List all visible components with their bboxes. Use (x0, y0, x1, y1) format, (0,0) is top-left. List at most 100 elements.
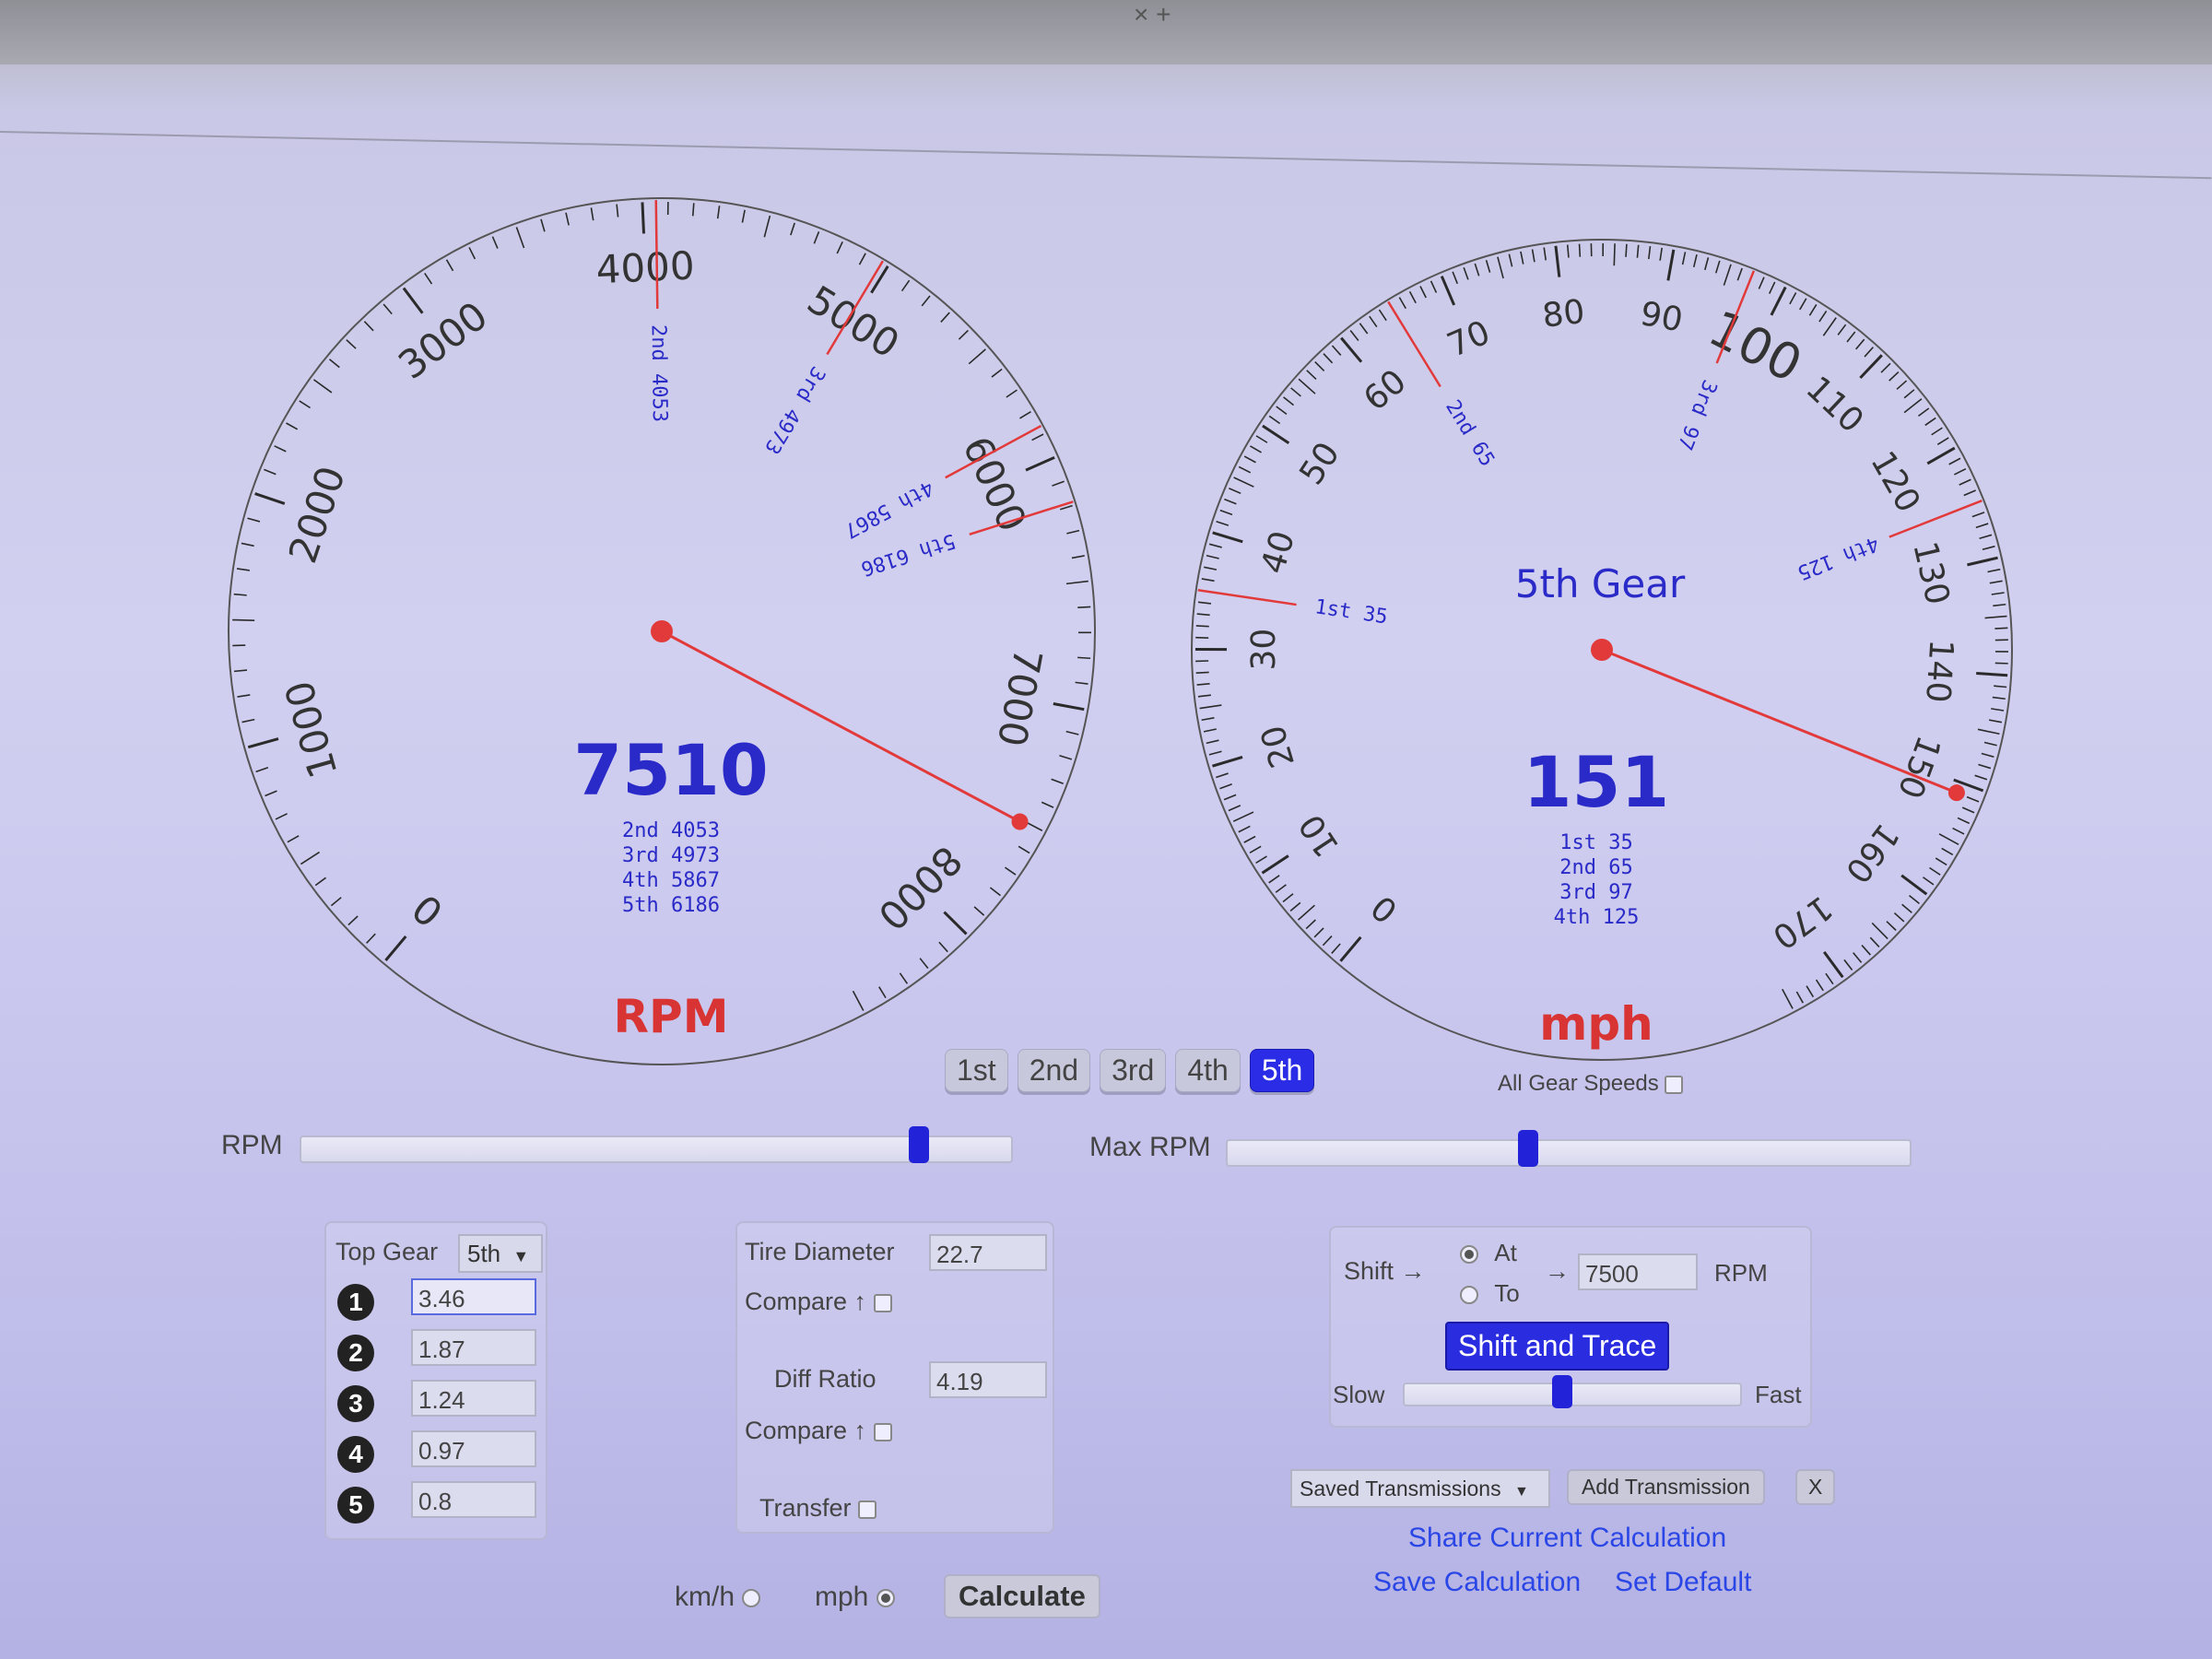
max-rpm-slider-thumb[interactable] (1517, 1130, 1538, 1167)
shift-to-option[interactable]: To (1460, 1279, 1520, 1308)
spd-tick (1378, 309, 1387, 322)
spd-tick (1806, 985, 1815, 998)
trace-speed-thumb[interactable] (1552, 1375, 1573, 1408)
share-link[interactable]: Share Current Calculation (1408, 1523, 1726, 1554)
shift-label: Shift → (1344, 1257, 1426, 1285)
rpm-tick (852, 990, 865, 1011)
unit-mph[interactable]: mph (815, 1582, 895, 1613)
unit-kmh-radio[interactable] (742, 1589, 761, 1608)
spd-tick-label: 160 (1838, 817, 1906, 890)
saved-transmissions-select[interactable]: Saved Transmissions ▼ (1290, 1469, 1550, 1508)
rpm-tick (330, 897, 342, 907)
rpm-tick (1077, 606, 1091, 609)
tire-diameter-input[interactable]: 22.7 (929, 1234, 1047, 1271)
spd-tick (1243, 455, 1256, 464)
trace-speed-slider[interactable] (1403, 1375, 1742, 1408)
gear-ratio-input-4[interactable]: 0.97 (411, 1430, 536, 1467)
spd-tick (1869, 936, 1880, 947)
unit-kmh[interactable]: km/h (675, 1582, 761, 1613)
rpm-tick (1004, 866, 1017, 876)
gear-ratio-input-3[interactable]: 1.24 (411, 1380, 536, 1417)
chevron-down-icon: ▼ (1513, 1484, 1529, 1500)
rpm-tick (1019, 411, 1031, 419)
spd-tick (1408, 290, 1417, 304)
compare-tire[interactable]: Compare ↑ (745, 1288, 892, 1316)
max-rpm-slider[interactable] (1226, 1130, 1912, 1167)
rpm-tick (287, 835, 300, 843)
top-gear-select[interactable]: 5th ▼ (458, 1234, 543, 1273)
diff-ratio-input[interactable]: 4.19 (929, 1361, 1047, 1398)
spd-tick (1229, 488, 1241, 495)
shift-and-trace-button[interactable]: Shift and Trace (1445, 1322, 1670, 1371)
rpm-tick (366, 933, 376, 944)
rpm-slider[interactable] (300, 1126, 1013, 1163)
gear-button-4[interactable]: 4th (1175, 1049, 1241, 1092)
set-default-link[interactable]: Set Default (1615, 1567, 1751, 1598)
close-button[interactable]: X (1795, 1469, 1836, 1505)
spd-tick (1228, 805, 1241, 812)
save-link[interactable]: Save Calculation (1373, 1567, 1581, 1598)
spd-tick (1953, 467, 1967, 476)
spd-tick (1692, 254, 1698, 267)
rpm-tick (616, 204, 619, 218)
gear-button-1[interactable]: 1st (945, 1049, 1008, 1092)
all-gear-speeds-checkbox[interactable] (1665, 1075, 1684, 1094)
spd-tick (1206, 739, 1219, 745)
rpm-tick (1077, 656, 1091, 660)
spd-gear-list-item: 3rd 97 (1559, 881, 1632, 904)
spd-tick (1208, 750, 1222, 756)
spd-gear-list-item: 1st 35 (1559, 831, 1632, 854)
gear-button-2[interactable]: 2nd (1017, 1049, 1091, 1092)
compare-tire-checkbox[interactable] (873, 1293, 892, 1312)
shift-at-option[interactable]: At (1460, 1239, 1517, 1267)
spd-tick (1233, 477, 1254, 488)
spd-tick-label: 150 (1890, 731, 1947, 804)
spd-tick (1306, 370, 1317, 380)
spd-tick (1893, 912, 1905, 923)
unit-mph-radio[interactable] (876, 1589, 895, 1608)
all-gear-speeds[interactable]: All Gear Speeds (1498, 1071, 1684, 1097)
gear-ratio-input-2[interactable]: 1.87 (411, 1329, 536, 1366)
transfer[interactable]: Transfer (759, 1494, 877, 1523)
rpm-tick (274, 445, 287, 453)
rpm-tick (1075, 681, 1088, 685)
calculate-button[interactable]: Calculate (944, 1574, 1100, 1618)
spd-tick (1923, 877, 1935, 886)
spd-tick (1888, 371, 1900, 382)
unit-mph-label: mph (815, 1582, 869, 1612)
rpm-tick (1041, 801, 1054, 808)
gear-ratio-input-5[interactable]: 0.8 (411, 1481, 536, 1518)
compare-diff-checkbox[interactable] (873, 1422, 892, 1441)
spd-tick (1276, 406, 1288, 416)
transfer-checkbox[interactable] (858, 1500, 877, 1519)
rpm-tick (424, 272, 433, 285)
spd-tick-label: 140 (1918, 638, 1959, 703)
spd-shift-mark-label: 1st 35 (1313, 595, 1389, 629)
spd-tick (1554, 245, 1561, 277)
rpm-tick (1052, 480, 1065, 487)
spd-tick (1846, 331, 1856, 343)
gear-button-5[interactable]: 5th (1249, 1049, 1315, 1092)
chevron-down-icon: ▼ (512, 1247, 530, 1265)
add-transmission-button[interactable]: Add Transmission (1567, 1469, 1765, 1505)
spd-tick (1289, 901, 1301, 912)
gear-button-3[interactable]: 3rd (1100, 1049, 1167, 1092)
rpm-slider-label: RPM (221, 1130, 283, 1160)
gear-ratio-input-1[interactable]: 3.46 (411, 1278, 536, 1315)
shift-to-radio[interactable] (1460, 1286, 1478, 1305)
rpm-tick (870, 265, 889, 294)
gear-ratios-panel: Top Gear 5th ▼ 1 3.46 2 1.87 3 1.24 4 0.97 5 0.8 (324, 1221, 547, 1540)
rpm-slider-thumb[interactable] (908, 1126, 929, 1163)
spd-tick (1993, 603, 2006, 607)
top-gear-label: Top Gear (335, 1238, 439, 1265)
rpm-tick (1066, 529, 1080, 535)
compare-diff[interactable]: Compare ↑ (745, 1417, 892, 1445)
spd-tick-label: 100 (1700, 300, 1810, 394)
shift-at-radio[interactable] (1460, 1245, 1478, 1265)
spd-tick (1994, 627, 2008, 629)
spd-tick-label: 0 (1364, 888, 1405, 930)
spd-tick (1782, 988, 1794, 1009)
spd-tick (1578, 243, 1582, 257)
shift-rpm-input[interactable]: 7500 (1578, 1253, 1698, 1290)
compare-tire-label: Compare ↑ (745, 1288, 867, 1315)
